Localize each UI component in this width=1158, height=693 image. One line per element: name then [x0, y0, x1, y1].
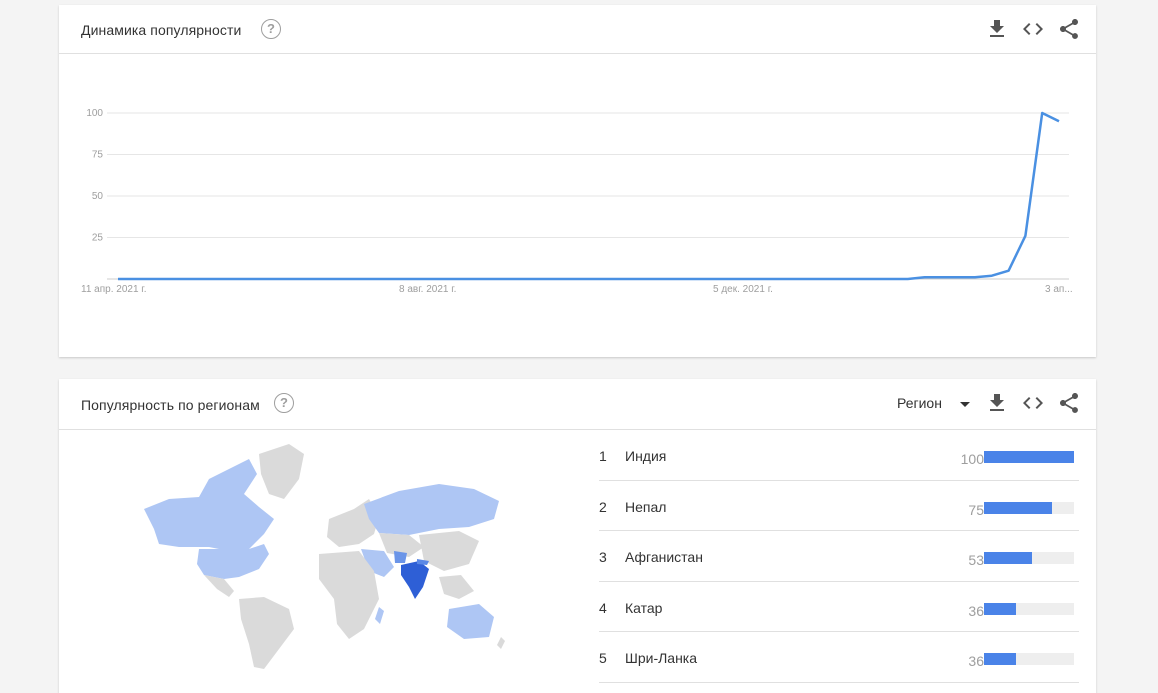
- interest-over-time-card: Динамика популярности ? 25 50 75 100 11 апр…: [59, 5, 1096, 357]
- value-bar-fill: [984, 653, 1017, 665]
- card-title: Популярность по регионам: [81, 397, 260, 413]
- map-region-canada[interactable]: [144, 459, 274, 551]
- card-header: Динамика популярности ?: [59, 5, 1096, 54]
- value-bar-track: [984, 552, 1074, 564]
- x-tick-label: 3 ап...: [1045, 284, 1073, 295]
- region-ranking-list: 1 Индия 100 2 Непал 75 3 Афганистан 53 4…: [599, 430, 1079, 683]
- y-tick-label: 75: [92, 150, 104, 161]
- value-bar-fill: [984, 602, 1017, 615]
- rank-number: 5: [599, 650, 607, 666]
- region-value: 36: [968, 602, 984, 619]
- value-bar-fill: [984, 501, 1052, 514]
- embed-code-icon[interactable]: [1021, 391, 1045, 415]
- share-icon[interactable]: [1057, 391, 1081, 415]
- map-region-china[interactable]: [419, 531, 479, 571]
- card-title: Динамика популярности: [81, 22, 242, 38]
- region-select-label: Регион: [897, 395, 942, 411]
- rank-number: 1: [599, 448, 607, 464]
- share-icon[interactable]: [1057, 17, 1081, 41]
- y-tick-label: 100: [86, 108, 103, 119]
- region-row[interactable]: 3 Афганистан 53: [599, 531, 1079, 582]
- region-level-select[interactable]: Регион: [897, 395, 970, 415]
- x-tick-label: 8 авг. 2021 г.: [399, 284, 456, 295]
- region-row[interactable]: 1 Индия 100: [599, 430, 1079, 481]
- map-region-southeast-asia[interactable]: [439, 575, 474, 599]
- map-region-russia[interactable]: [364, 484, 499, 535]
- caret-down-icon: [960, 402, 970, 407]
- y-tick-label: 50: [92, 191, 104, 202]
- help-circle-icon[interactable]: ?: [261, 19, 281, 39]
- trend-line-chart: 25 50 75 100 11 апр. 2021 г. 8 авг. 2021 г. 5…: [81, 108, 1073, 295]
- x-tick-label: 11 апр. 2021 г.: [81, 284, 146, 295]
- region-row[interactable]: 2 Непал 75: [599, 481, 1079, 531]
- value-bar-track: [984, 451, 1074, 463]
- map-region-usa[interactable]: [197, 544, 269, 579]
- map-region-madagascar[interactable]: [375, 607, 384, 624]
- value-bar-fill: [984, 552, 1032, 564]
- map-region-south-america[interactable]: [239, 597, 294, 669]
- rank-number: 3: [599, 549, 607, 565]
- region-value: 36: [968, 653, 984, 669]
- region-row[interactable]: 5 Шри-Ланка 36: [599, 632, 1079, 683]
- rank-number: 4: [599, 599, 607, 616]
- map-region-greenland[interactable]: [259, 444, 304, 499]
- map-region-new-zealand[interactable]: [497, 637, 505, 649]
- map-region-india[interactable]: [401, 561, 429, 599]
- value-bar-fill: [984, 451, 1074, 463]
- help-circle-icon[interactable]: ?: [274, 393, 294, 413]
- value-bar-track: [984, 501, 1074, 514]
- region-name: Афганистан: [625, 549, 703, 565]
- value-bar-track: [984, 653, 1074, 665]
- world-map[interactable]: [139, 439, 509, 674]
- interest-by-region-card: Популярность по регионам ? Регион 1 Инди…: [59, 379, 1096, 693]
- chart-grid: [107, 112, 1069, 280]
- embed-code-icon[interactable]: [1021, 17, 1045, 41]
- download-icon[interactable]: [985, 17, 1009, 41]
- region-name: Непал: [625, 498, 667, 515]
- map-region-afghanistan[interactable]: [394, 551, 407, 563]
- region-row[interactable]: 4 Катар 36: [599, 582, 1079, 632]
- x-tick-label: 5 дек. 2021 г.: [713, 284, 773, 295]
- map-region-australia[interactable]: [447, 604, 494, 639]
- y-tick-label: 25: [92, 233, 104, 244]
- region-name: Катар: [625, 599, 663, 616]
- card-header: Популярность по регионам ? Регион: [59, 379, 1096, 430]
- map-region-mexico[interactable]: [204, 575, 234, 597]
- region-value: 53: [968, 552, 984, 568]
- region-name: Шри-Ланка: [625, 650, 698, 666]
- download-icon[interactable]: [985, 391, 1009, 415]
- region-value: 100: [960, 451, 984, 467]
- rank-number: 2: [599, 498, 607, 515]
- value-bar-track: [984, 602, 1074, 615]
- region-value: 75: [968, 501, 984, 518]
- region-name: Индия: [625, 448, 667, 464]
